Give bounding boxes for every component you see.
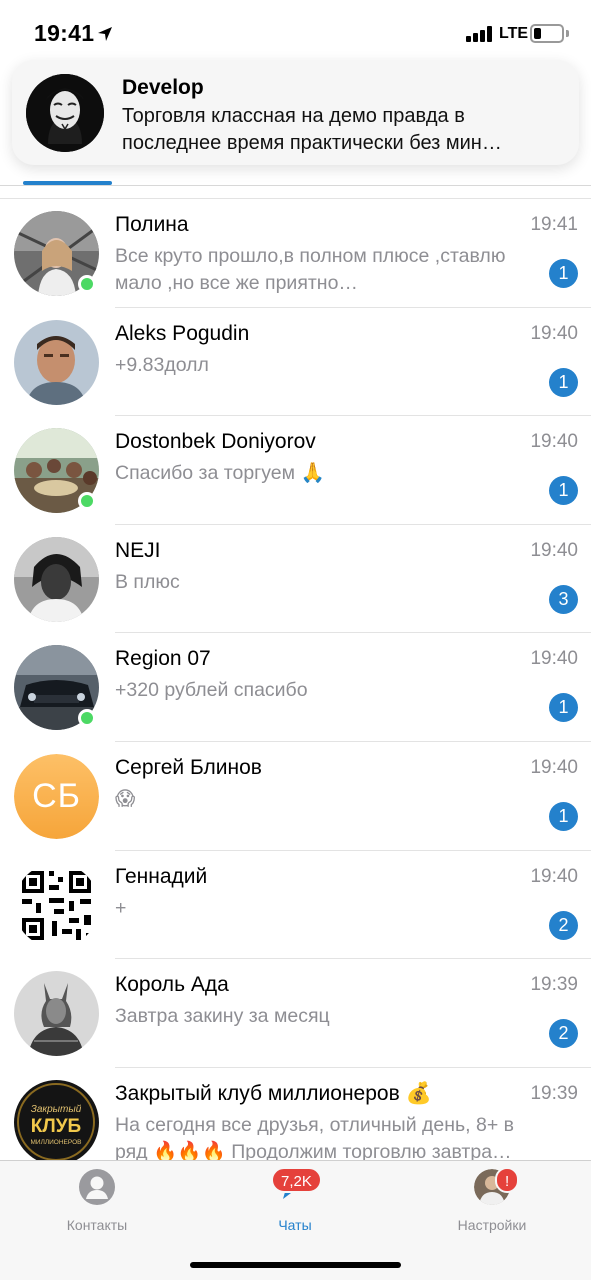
home-indicator: [190, 1262, 401, 1268]
location-arrow-icon: [98, 27, 112, 41]
avatar: СБ: [14, 753, 99, 839]
chat-list: Полина 19:41 Все круто прошло,в полном п…: [0, 199, 591, 1177]
notification-title: Develop: [122, 76, 204, 99]
chat-message-preview: 😱: [115, 787, 136, 810]
chat-time: 19:41: [530, 214, 578, 235]
chat-message-preview: На сегодня все друзья, отличный день, 8+…: [115, 1113, 515, 1163]
chat-time: 19:39: [530, 974, 578, 996]
avatar: Закрытый КЛУБ МИЛЛИОНЕРОВ: [14, 1079, 99, 1165]
chat-name: Сергей Блинов: [115, 755, 262, 779]
cellular-signal-icon: [466, 26, 492, 42]
avatar: [14, 862, 99, 948]
chat-name: Region 07: [115, 647, 211, 671]
person-icon: [79, 1169, 115, 1205]
chat-name: Полина: [115, 213, 189, 236]
online-indicator: [78, 709, 96, 728]
tab-label: Контакты: [66, 1217, 128, 1233]
chat-row[interactable]: Король Ада 19:39 Завтра закину за месяц …: [0, 959, 591, 1068]
notification-avatar: [26, 74, 104, 152]
unread-badge: 1: [549, 693, 578, 723]
chat-row[interactable]: Region 07 19:40 +320 рублей спасибо 1: [0, 633, 591, 742]
avatar: [14, 536, 99, 622]
chats-badge: 7,2K: [271, 1167, 322, 1193]
unread-badge: 3: [549, 584, 578, 614]
chat-message-preview: +9.83долл: [115, 353, 209, 376]
chat-message-preview: +320 рублей спасибо: [115, 679, 308, 702]
unread-badge: 1: [549, 476, 578, 506]
chat-time: 19:39: [530, 1082, 578, 1104]
status-time: 19:41: [34, 20, 95, 46]
unread-badge: 2: [549, 910, 578, 940]
tab-chats[interactable]: Чаты 7,2K: [215, 1167, 375, 1233]
chat-time: 19:40: [530, 756, 578, 778]
chat-message-preview: Завтра закину за месяц: [115, 1005, 330, 1028]
chat-row[interactable]: Aleks Pogudin 19:40 +9.83долл 1: [0, 307, 591, 417]
chat-name: Геннадий: [115, 864, 208, 888]
chat-row[interactable]: Dostonbek Doniyorov 19:40 Спасибо за тор…: [0, 416, 591, 525]
chat-row[interactable]: NEJI 19:40 В плюс 3: [0, 524, 591, 634]
tab-contacts[interactable]: Контакты: [17, 1169, 177, 1233]
chat-time: 19:40: [530, 539, 578, 561]
chat-name: Король Ада: [115, 973, 229, 997]
qr-code-icon: [14, 862, 99, 948]
tab-settings[interactable]: Настройки !: [412, 1167, 572, 1233]
chat-message-preview: Все круто прошло,в полном плюсе ,ставлю …: [115, 245, 506, 294]
notification-body: Торговля классная на демо правда в после…: [122, 105, 502, 154]
tab-label: Настройки: [457, 1217, 527, 1233]
settings-alert-badge: !: [495, 1167, 520, 1193]
tab-label: Чаты: [278, 1217, 312, 1233]
chat-row[interactable]: Полина 19:41 Все круто прошло,в полном п…: [0, 199, 591, 308]
chat-time: 19:40: [530, 865, 578, 887]
chat-row[interactable]: Геннадий 19:40 + 2: [0, 850, 591, 960]
chat-time: 19:40: [530, 322, 578, 344]
avatar-text: КЛУБ: [31, 1116, 81, 1137]
avatar-text: МИЛЛИОНЕРОВ: [31, 1139, 82, 1146]
avatar-initials: СБ: [14, 753, 99, 839]
chat-row[interactable]: СБ Сергей Блинов 19:40 😱 1: [0, 741, 591, 851]
unread-badge: 1: [549, 801, 578, 831]
chat-message-preview: Спасибо за торгуем 🙏: [115, 462, 325, 485]
online-indicator: [78, 275, 96, 293]
chat-name: NEJI: [115, 538, 161, 562]
online-indicator: [78, 492, 96, 511]
notification-banner[interactable]: Develop Торговля классная на демо правда…: [12, 60, 579, 165]
network-type: LTE: [499, 25, 529, 42]
avatar: [14, 319, 99, 405]
chat-message-preview: В плюс: [115, 570, 180, 593]
avatar: [14, 971, 99, 1057]
chat-message-preview: +: [115, 896, 127, 919]
battery-icon: [530, 24, 564, 43]
chat-name: Закрытый клуб миллионеров 💰: [115, 1081, 432, 1105]
chat-time: 19:40: [530, 431, 578, 453]
chat-name: Aleks Pogudin: [115, 321, 250, 345]
unread-badge: 1: [549, 367, 578, 397]
avatar-text: Закрытый: [31, 1104, 82, 1115]
unread-badge: 2: [549, 1019, 578, 1049]
unread-badge: 1: [549, 259, 578, 288]
battery-cap: [566, 30, 569, 37]
divider: [0, 185, 591, 186]
chat-time: 19:40: [530, 648, 578, 670]
chat-name: Dostonbek Doniyorov: [115, 430, 316, 454]
